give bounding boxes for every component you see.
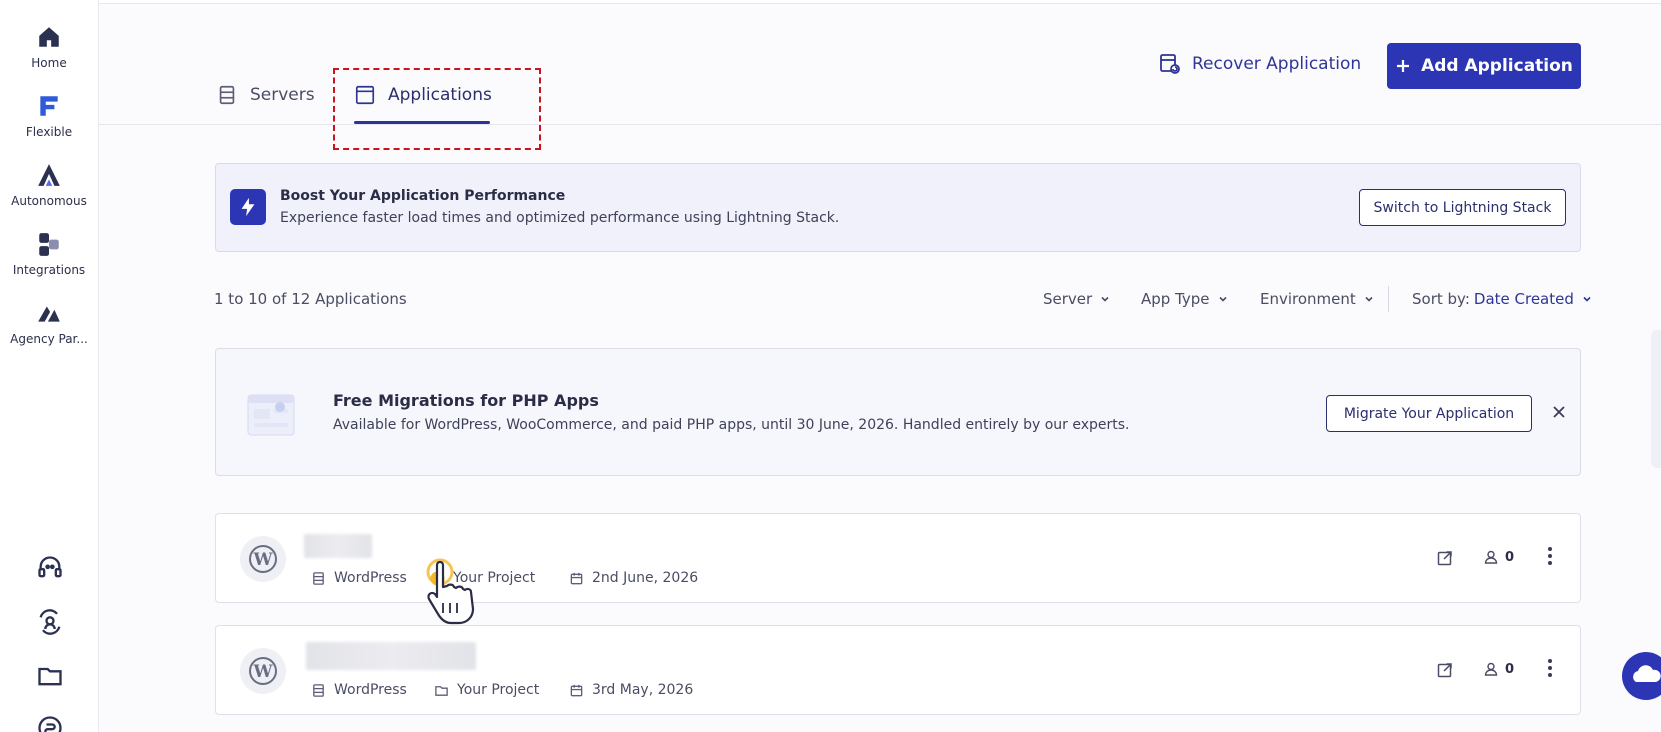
- agency-partner-icon: [38, 306, 60, 322]
- plus-icon: [1397, 60, 1410, 72]
- tab-servers-label: Servers: [250, 85, 315, 105]
- recover-application-label: Recover Application: [1192, 54, 1362, 74]
- folder-icon: [430, 570, 445, 586]
- add-application-button[interactable]: Add Application: [1387, 43, 1581, 89]
- application-name-redacted[interactable]: [306, 642, 476, 670]
- annotation-highlight-box: [333, 68, 541, 150]
- svg-text:W: W: [252, 550, 273, 570]
- billing-icon[interactable]: [36, 714, 64, 732]
- application-row[interactable]: W WordPress Your Project 3rd May, 2026 0: [215, 625, 1581, 715]
- chevron-down-icon: [1583, 296, 1591, 302]
- app-users[interactable]: 0: [1483, 549, 1514, 565]
- boost-title: Boost Your Application Performance: [280, 188, 566, 204]
- nav-home-label: Home: [31, 56, 67, 70]
- app-type: WordPress: [311, 570, 407, 586]
- integrations-icon: [39, 233, 59, 256]
- calendar-icon: [570, 572, 583, 584]
- nav-flexible-label: Flexible: [25, 125, 73, 139]
- sort-by-dropdown[interactable]: Sort by: Date Created: [1412, 290, 1592, 308]
- boost-performance-banner: Boost Your Application Performance Exper…: [215, 163, 1581, 252]
- recover-icon: [1160, 54, 1180, 74]
- external-link-icon[interactable]: [1436, 549, 1454, 567]
- switch-to-lightning-stack-button[interactable]: Switch to Lightning Stack: [1359, 189, 1566, 226]
- boost-subtitle: Experience faster load times and optimiz…: [280, 210, 840, 226]
- sort-by-value: Date Created: [1473, 290, 1574, 308]
- app-created-date: 2nd June, 2026: [569, 570, 698, 586]
- chevron-down-icon: [1101, 296, 1109, 302]
- close-icon[interactable]: [1548, 401, 1570, 423]
- chevron-down-icon: [1218, 296, 1227, 302]
- nav-flexible[interactable]: Flexible: [0, 93, 98, 139]
- server-icon: [313, 571, 324, 585]
- filter-divider: [1388, 286, 1389, 312]
- chat-support-bubble[interactable]: [1622, 652, 1661, 700]
- home-icon: [39, 27, 59, 47]
- flexible-icon: [40, 96, 58, 116]
- app-project[interactable]: Your Project: [434, 682, 539, 698]
- migration-illustration-icon: [247, 394, 295, 436]
- results-count: 1 to 10 of 12 Applications: [214, 290, 407, 308]
- app-created-date-label: 2nd June, 2026: [592, 570, 699, 586]
- app-type: WordPress: [311, 682, 407, 698]
- add-application-label: Add Application: [1421, 56, 1573, 76]
- tab-servers[interactable]: Servers: [216, 84, 315, 106]
- support-icon[interactable]: [36, 554, 64, 582]
- more-options-icon[interactable]: [1546, 657, 1554, 679]
- nav-autonomous-label: Autonomous: [11, 194, 87, 208]
- free-migration-card: Free Migrations for PHP Apps Available f…: [215, 348, 1581, 476]
- application-row[interactable]: W WordPress Your Project 2nd June, 2026 …: [215, 513, 1581, 603]
- server-filter-label: Server: [1043, 290, 1093, 308]
- recover-application-button[interactable]: Recover Application: [1158, 52, 1361, 76]
- app-users[interactable]: 0: [1483, 661, 1514, 677]
- nav-integrations[interactable]: Integrations: [0, 231, 98, 277]
- folder-icon[interactable]: [36, 662, 64, 690]
- app-users-count: 0: [1504, 549, 1514, 565]
- chevron-down-icon: [1365, 296, 1373, 302]
- nav-agency-partner[interactable]: Agency Par...: [0, 300, 98, 346]
- app-project-label: Your Project: [453, 570, 536, 586]
- chat-cloud-icon: [1633, 665, 1661, 682]
- server-filter[interactable]: Server: [1043, 290, 1110, 308]
- environment-filter[interactable]: Environment: [1260, 290, 1374, 308]
- server-icon: [219, 85, 235, 105]
- application-name-redacted[interactable]: [304, 534, 372, 558]
- app-type-label: WordPress: [334, 682, 407, 698]
- left-navigation-rail: Home Flexible Autonomous Integrations Ag…: [0, 0, 99, 732]
- app-project[interactable]: Your Project: [430, 570, 535, 586]
- calendar-icon: [570, 684, 583, 696]
- environment-filter-label: Environment: [1260, 290, 1356, 308]
- user-switch-icon[interactable]: [36, 608, 64, 636]
- nav-home[interactable]: Home: [0, 24, 98, 70]
- wordpress-logo-icon: W: [240, 536, 286, 582]
- nav-integrations-label: Integrations: [12, 263, 86, 277]
- user-icon: [1484, 662, 1498, 676]
- server-icon: [313, 683, 324, 697]
- more-options-icon[interactable]: [1546, 545, 1554, 567]
- app-users-count: 0: [1504, 661, 1514, 677]
- migration-subtitle: Available for WordPress, WooCommerce, an…: [333, 417, 1130, 433]
- app-project-label: Your Project: [457, 682, 540, 698]
- wordpress-logo-icon: W: [240, 648, 286, 694]
- autonomous-icon: [38, 164, 60, 186]
- migration-title: Free Migrations for PHP Apps: [333, 391, 599, 410]
- scrollbar-thumb[interactable]: [1651, 330, 1661, 468]
- app-created-date: 3rd May, 2026: [569, 682, 693, 698]
- lightning-icon: [230, 189, 266, 225]
- nav-autonomous[interactable]: Autonomous: [0, 162, 98, 208]
- app-created-date-label: 3rd May, 2026: [592, 682, 694, 698]
- nav-agency-partner-label: Agency Par...: [10, 332, 88, 346]
- sort-by-label: Sort by:: [1412, 290, 1470, 308]
- app-type-filter-label: App Type: [1141, 290, 1210, 308]
- app-type-label: WordPress: [334, 570, 407, 586]
- app-type-filter[interactable]: App Type: [1141, 290, 1228, 308]
- user-icon: [1484, 550, 1498, 564]
- folder-icon: [435, 685, 448, 696]
- svg-text:W: W: [252, 662, 273, 682]
- external-link-icon[interactable]: [1436, 661, 1454, 679]
- migrate-your-application-button[interactable]: Migrate Your Application: [1326, 395, 1532, 432]
